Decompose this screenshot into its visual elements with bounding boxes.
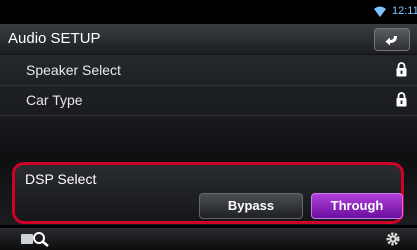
lock-icon <box>396 92 407 107</box>
clock: 12:11 <box>392 5 417 17</box>
search-icon[interactable] <box>20 231 50 247</box>
header: Audio SETUP <box>0 24 417 55</box>
wifi-icon <box>374 6 386 17</box>
speaker-select-row[interactable]: Speaker Select <box>0 56 417 86</box>
bypass-button[interactable]: Bypass <box>199 193 303 219</box>
gear-icon[interactable] <box>385 231 401 247</box>
page-title: Audio SETUP <box>8 30 101 47</box>
back-arrow-icon <box>385 35 397 45</box>
car-type-label: Car Type <box>26 92 83 108</box>
lock-icon <box>396 62 407 77</box>
bottom-bar <box>0 228 417 250</box>
back-button[interactable] <box>374 28 410 51</box>
dsp-select-highlight: DSP Select Bypass Through <box>12 162 404 224</box>
speaker-select-label: Speaker Select <box>26 62 121 78</box>
dsp-select-label: DSP Select <box>25 171 97 187</box>
through-button[interactable]: Through <box>311 193 403 219</box>
car-type-row[interactable]: Car Type <box>0 86 417 116</box>
status-bar: 12:11 <box>0 0 417 24</box>
